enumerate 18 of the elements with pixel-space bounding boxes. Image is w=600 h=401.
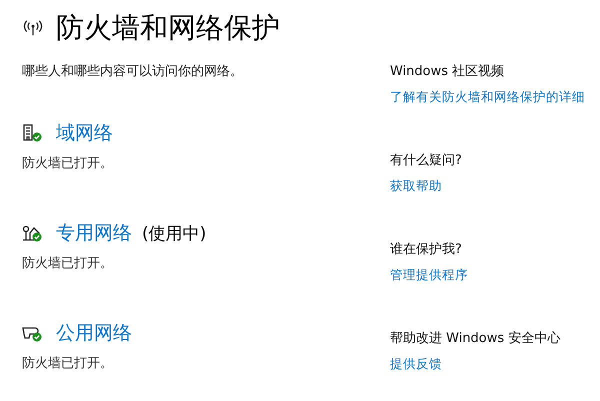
page-subtitle: 哪些人和哪些内容可以访问你的网络。 [22, 63, 244, 80]
side-link[interactable]: 提供反馈 [390, 356, 600, 373]
firewall-status: 防火墙已打开。 [22, 355, 114, 372]
firewall-status: 防火墙已打开。 [22, 255, 114, 272]
side-heading: 谁在保护我? [390, 241, 463, 258]
side-link[interactable]: 获取帮助 [390, 178, 600, 195]
side-heading: 帮助改进 Windows 安全中心 [390, 330, 562, 347]
network-link[interactable]: 专用网络 [56, 220, 132, 246]
antenna-icon [22, 19, 44, 37]
firewall-status: 防火墙已打开。 [22, 155, 114, 172]
page-title: 防火墙和网络保护 [56, 10, 280, 46]
network-link[interactable]: 公用网络 [56, 320, 132, 346]
network-link[interactable]: 域网络 [56, 120, 113, 146]
active-note: (使用中) [142, 222, 206, 244]
side-heading: 有什么疑问? [390, 152, 463, 169]
side-link[interactable]: 了解有关防火墙和网络保护的详细 [390, 89, 600, 106]
side-link[interactable]: 管理提供程序 [390, 267, 600, 284]
side-heading: Windows 社区视频 [390, 63, 506, 80]
